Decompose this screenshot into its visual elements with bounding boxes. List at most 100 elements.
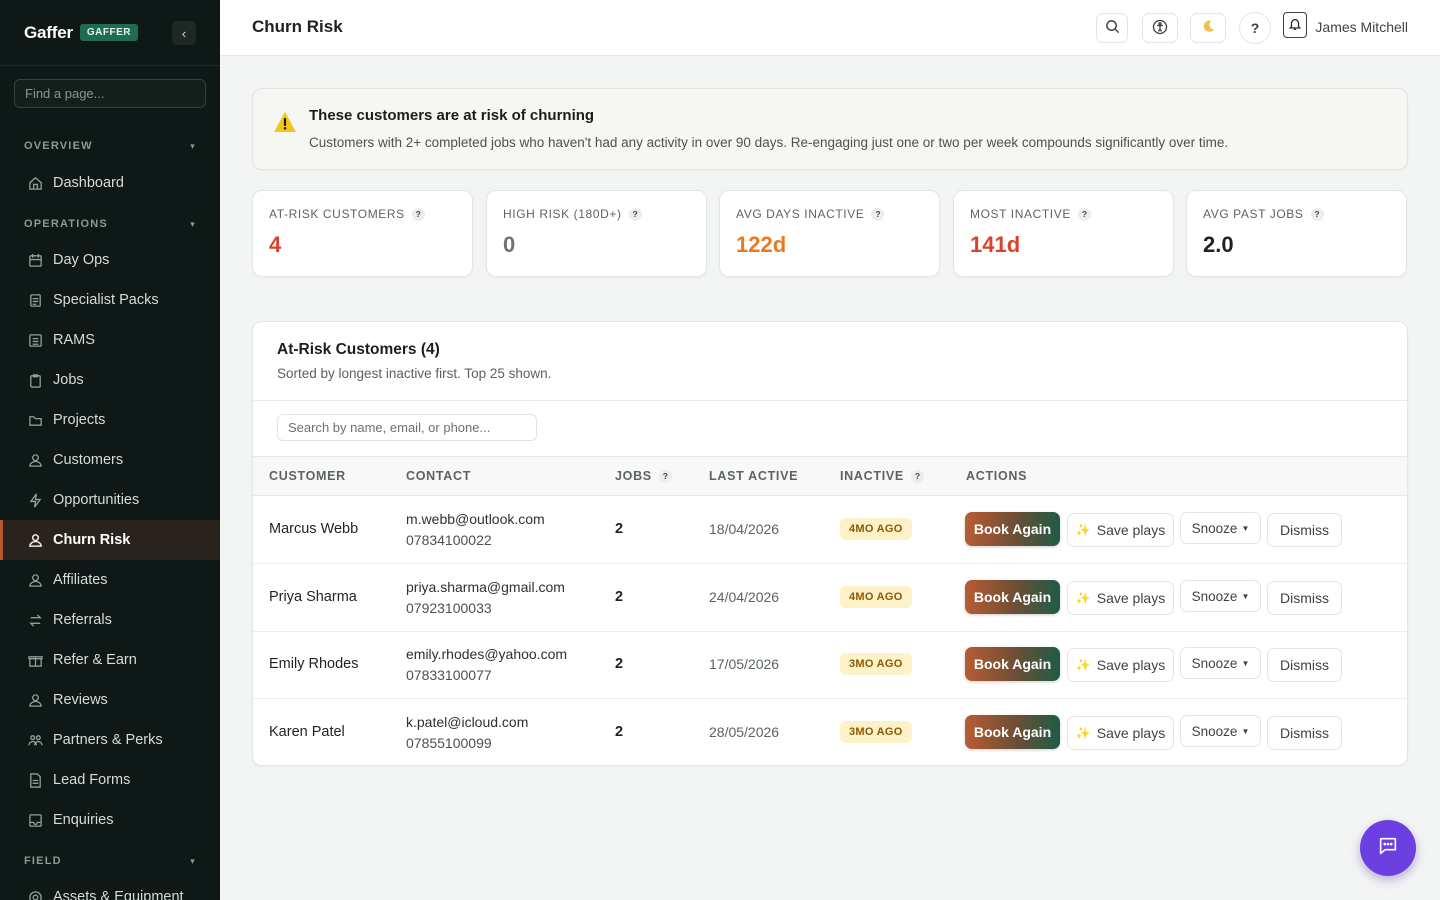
help-icon[interactable]: ? bbox=[910, 469, 924, 483]
sidebar-item-label: Jobs bbox=[53, 372, 84, 388]
sidebar-item-label: Reviews bbox=[53, 692, 108, 708]
customer-name[interactable]: Marcus Webb bbox=[269, 521, 358, 537]
notifications-button[interactable] bbox=[1283, 12, 1307, 38]
customer-phone[interactable]: 07855100099 bbox=[406, 735, 492, 751]
customer-name[interactable]: Emily Rhodes bbox=[269, 656, 358, 672]
jobs-count: 2 bbox=[615, 724, 624, 740]
button-label: Snooze bbox=[1191, 520, 1238, 536]
document-icon bbox=[27, 292, 43, 308]
snooze-button[interactable]: Snooze ▼ bbox=[1180, 715, 1261, 747]
button-label: Save plays bbox=[1096, 725, 1166, 741]
sidebar-item-enquiries[interactable]: Enquiries bbox=[0, 800, 220, 840]
sidebar-item-customers[interactable]: Customers bbox=[0, 440, 220, 480]
sidebar-item-affiliates[interactable]: Affiliates bbox=[0, 560, 220, 600]
stat-card-avg-past-jobs: AVG PAST JOBS? 2.0 bbox=[1186, 190, 1407, 277]
sidebar-item-rams[interactable]: RAMS bbox=[0, 320, 220, 360]
search-button[interactable] bbox=[1096, 13, 1128, 43]
stat-label-text: HIGH RISK (180D+) bbox=[503, 207, 622, 221]
customer-phone[interactable]: 07834100022 bbox=[406, 532, 492, 548]
stat-value: 4 bbox=[269, 232, 282, 257]
stat-value: 0 bbox=[503, 232, 516, 257]
jobs-count: 2 bbox=[615, 589, 624, 605]
at-risk-customers-card: At-Risk Customers (4) Sorted by longest … bbox=[252, 321, 1408, 766]
help-button[interactable]: ? bbox=[1239, 12, 1271, 44]
card-title: At-Risk Customers (4) bbox=[277, 341, 440, 358]
chevron-down-icon: ▾ bbox=[190, 218, 196, 229]
book-again-button[interactable]: Book Again bbox=[965, 715, 1060, 749]
collapse-sidebar-button[interactable]: ‹ bbox=[172, 21, 196, 45]
dismiss-button[interactable]: Dismiss bbox=[1267, 513, 1342, 547]
inactive-badge: 4MO AGO bbox=[840, 586, 912, 608]
save-plays-button[interactable]: ✨ Save plays bbox=[1067, 648, 1174, 682]
sidebar-item-referrals[interactable]: Referrals bbox=[0, 600, 220, 640]
save-plays-button[interactable]: ✨ Save plays bbox=[1067, 716, 1174, 750]
customer-email[interactable]: m.webb@outlook.com bbox=[406, 511, 545, 527]
table-row: Karen Patel k.patel@icloud.com 078551000… bbox=[253, 699, 1407, 765]
sidebar-item-dashboard[interactable]: Dashboard bbox=[0, 163, 220, 203]
inactive-badge: 3MO AGO bbox=[840, 721, 912, 743]
customer-email[interactable]: priya.sharma@gmail.com bbox=[406, 579, 565, 595]
help-icon[interactable]: ? bbox=[1077, 207, 1091, 221]
save-plays-button[interactable]: ✨ Save plays bbox=[1067, 581, 1174, 615]
sidebar-item-assets-equipment[interactable]: Assets & Equipment bbox=[0, 877, 220, 900]
section-title: OVERVIEW bbox=[24, 140, 93, 152]
book-again-button[interactable]: Book Again bbox=[965, 580, 1060, 614]
snooze-button[interactable]: Snooze ▼ bbox=[1180, 580, 1261, 612]
section-overview[interactable]: OVERVIEW ▾ bbox=[0, 136, 220, 156]
find-page-input[interactable]: Find a page... bbox=[14, 79, 206, 108]
caret-down-icon: ▼ bbox=[1241, 523, 1250, 533]
gear-icon bbox=[27, 889, 43, 900]
help-icon[interactable]: ? bbox=[658, 469, 672, 483]
sidebar-item-label: Enquiries bbox=[53, 812, 114, 828]
alert-title: These customers are at risk of churning bbox=[309, 107, 595, 124]
section-operations[interactable]: OPERATIONS ▾ bbox=[0, 214, 220, 234]
help-icon[interactable]: ? bbox=[871, 207, 885, 221]
sidebar-item-churn-risk[interactable]: Churn Risk bbox=[0, 520, 220, 560]
customer-phone[interactable]: 07923100033 bbox=[406, 600, 492, 616]
book-again-button[interactable]: Book Again bbox=[965, 647, 1060, 681]
dismiss-button[interactable]: Dismiss bbox=[1267, 581, 1342, 615]
user-name[interactable]: James Mitchell bbox=[1315, 19, 1408, 35]
users-icon bbox=[27, 452, 43, 468]
column-header-jobs[interactable]: JOBS? bbox=[615, 469, 672, 483]
sidebar-item-lead-forms[interactable]: Lead Forms bbox=[0, 760, 220, 800]
book-again-button[interactable]: Book Again bbox=[965, 512, 1060, 546]
column-header-customer[interactable]: CUSTOMER bbox=[269, 469, 346, 483]
sidebar-item-opportunities[interactable]: Opportunities bbox=[0, 480, 220, 520]
stat-value: 2.0 bbox=[1203, 232, 1234, 257]
sidebar-item-reviews[interactable]: Reviews bbox=[0, 680, 220, 720]
customer-email[interactable]: emily.rhodes@yahoo.com bbox=[406, 646, 567, 662]
chat-button[interactable] bbox=[1360, 820, 1416, 876]
customer-phone[interactable]: 07833100077 bbox=[406, 667, 492, 683]
snooze-button[interactable]: Snooze ▼ bbox=[1180, 647, 1261, 679]
customer-name[interactable]: Karen Patel bbox=[269, 724, 345, 740]
sidebar-item-specialist-packs[interactable]: Specialist Packs bbox=[0, 280, 220, 320]
snooze-button[interactable]: Snooze ▼ bbox=[1180, 512, 1261, 544]
sidebar-item-label: Lead Forms bbox=[53, 772, 131, 788]
accessibility-button[interactable] bbox=[1142, 13, 1178, 43]
column-header-inactive[interactable]: INACTIVE? bbox=[840, 469, 924, 483]
customer-search-input[interactable]: Search by name, email, or phone... bbox=[277, 414, 537, 441]
last-active-date: 24/04/2026 bbox=[709, 589, 780, 605]
sidebar-item-projects[interactable]: Projects bbox=[0, 400, 220, 440]
save-plays-button[interactable]: ✨ Save plays bbox=[1067, 513, 1174, 547]
dismiss-button[interactable]: Dismiss bbox=[1267, 716, 1342, 750]
customer-email[interactable]: k.patel@icloud.com bbox=[406, 714, 528, 730]
sidebar-item-day-ops[interactable]: Day Ops bbox=[0, 240, 220, 280]
sidebar-item-jobs[interactable]: Jobs bbox=[0, 360, 220, 400]
sidebar-item-refer-earn[interactable]: Refer & Earn bbox=[0, 640, 220, 680]
column-header-contact[interactable]: CONTACT bbox=[406, 469, 471, 483]
customer-name[interactable]: Priya Sharma bbox=[269, 589, 357, 605]
help-icon[interactable]: ? bbox=[1310, 207, 1324, 221]
dismiss-button[interactable]: Dismiss bbox=[1267, 648, 1342, 682]
help-icon[interactable]: ? bbox=[628, 207, 642, 221]
stat-card-most-inactive: MOST INACTIVE? 141d bbox=[953, 190, 1174, 277]
accessibility-icon bbox=[1152, 19, 1168, 38]
stat-card-at-risk: AT-RISK CUSTOMERS? 4 bbox=[252, 190, 473, 277]
help-icon[interactable]: ? bbox=[411, 207, 425, 221]
sidebar-item-partners-perks[interactable]: Partners & Perks bbox=[0, 720, 220, 760]
section-field[interactable]: FIELD ▾ bbox=[0, 851, 220, 871]
theme-toggle-button[interactable] bbox=[1190, 13, 1226, 43]
column-header-last-active[interactable]: LAST ACTIVE bbox=[709, 469, 798, 483]
sparkle-icon: ✨ bbox=[1075, 726, 1091, 740]
